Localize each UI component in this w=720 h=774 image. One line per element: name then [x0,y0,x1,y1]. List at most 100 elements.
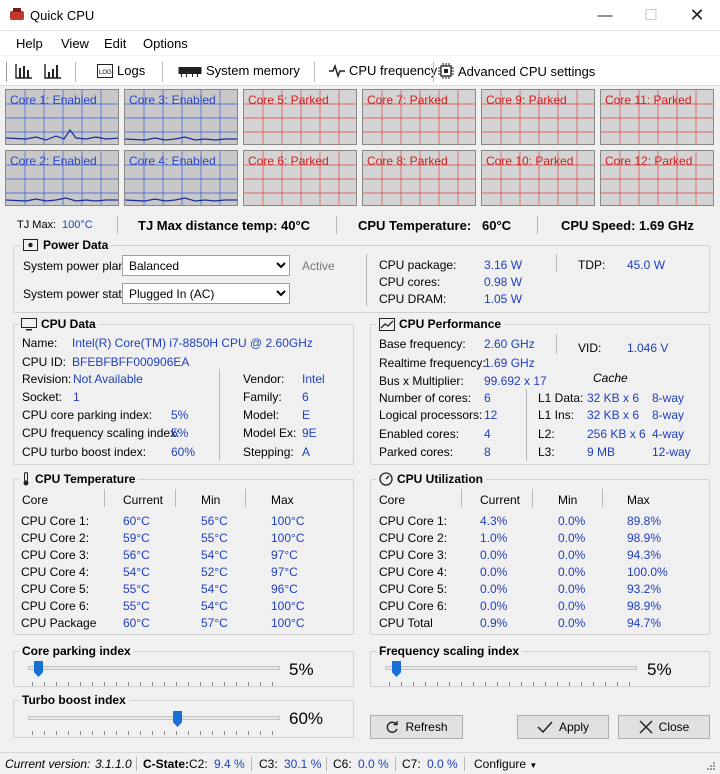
core-graph-label: Core 12: Parked [605,154,693,168]
frequency-scaling-slider-track[interactable] [385,666,637,670]
model-ex-label: Model Ex: [243,426,297,440]
number-of-cores-label: Number of cores: [379,391,472,405]
title-bar: Quick CPU — ☐ ✕ [0,0,720,31]
slider-tick [425,682,426,686]
row-value: 0.0% [558,616,586,630]
cache-size-value: 256 KB x 6 [587,427,646,441]
table-header-divider [104,489,105,507]
slider-tick [92,682,93,686]
frequency-scaling-slider-value: 5% [647,660,672,679]
core-graph-label: Core 10: Parked [486,154,574,168]
core-graph-label: Core 4: Enabled [129,154,216,168]
refresh-button[interactable]: Refresh [370,715,463,739]
cstate-label: C-State: [143,757,190,771]
cache-level-label: L1 Ins: [538,408,575,422]
cpu-frequency-button[interactable]: CPU frequency [329,63,437,78]
menu-options[interactable]: Options [143,36,188,51]
table-header: Max [271,493,294,507]
row-value: 56°C [201,514,228,528]
performance-chart-icon [379,317,395,331]
core-parking-index-label: CPU core parking index: [22,408,153,422]
table-header: Min [558,493,578,507]
slider-tick [437,682,438,686]
slider-tick [389,682,390,686]
cpu-data-title-text: CPU Data [41,317,96,331]
turbo-boost-index-value: 60% [171,445,196,459]
cache-associativity-value: 8-way [652,391,685,405]
slider-tick [140,731,141,735]
row-value: 54°C [123,565,150,579]
close-window-button[interactable]: ✕ [674,0,720,30]
bar-chart-alt-icon[interactable] [44,63,62,79]
row-value: 60°C [123,514,150,528]
cpu-id-value: BFEBFBFF000906EA [72,355,190,369]
slider-tick [32,682,33,686]
cache-level-label: L3: [538,445,555,459]
row-value: 55°C [201,531,228,545]
family-value: 6 [302,390,309,404]
configure-label: Configure [474,757,527,771]
slider-tick [200,731,201,735]
menu-view[interactable]: View [61,36,89,51]
apply-button-label: Apply [558,720,590,734]
cpu-data-title: CPU Data [18,317,99,331]
slider-tick [236,731,237,735]
close-icon [639,720,653,734]
table-header-divider [175,489,176,507]
row-value: 89.8% [627,514,662,528]
row-value: 0.0% [558,548,586,562]
row-value: 57°C [201,616,228,630]
resize-grip-icon[interactable] [704,761,716,773]
checkmark-icon [537,721,553,733]
cache-associativity-value: 12-way [652,445,691,459]
cpu-package-value: 3.16 W [484,258,523,272]
stepping-value: A [302,445,311,459]
core-load-line [125,136,237,141]
core-parking-index-value: 5% [171,408,189,422]
slider-tick [260,731,261,735]
frequency-scaling-index-label: CPU frequency scaling index: [22,426,180,440]
parked-cores-label: Parked cores: [379,445,454,459]
system-memory-button[interactable]: System memory [178,63,300,78]
logs-button[interactable]: LOG Logs [97,63,145,78]
menu-edit[interactable]: Edit [104,36,126,51]
frequency-scaling-slider-title: Frequency scaling index [376,644,523,658]
cache-associativity-value: 4-way [652,427,685,441]
close-button[interactable]: Close [618,715,710,739]
logical-processors-label: Logical processors: [379,408,483,422]
cpu-cores-power-label: CPU cores: [379,275,441,289]
core-graph-label: Core 7: Parked [367,93,448,107]
vid-value: 1.046 V [627,341,669,355]
core-graph: Core 5: Parked [243,89,357,145]
menu-help[interactable]: Help [16,36,43,51]
slider-tick [164,731,165,735]
slider-tick [200,682,201,686]
maximize-button[interactable]: ☐ [628,0,674,30]
slider-tick [188,682,189,686]
bar-chart-icon[interactable] [15,63,33,79]
row-label: CPU Core 5: [21,582,90,596]
turbo-boost-slider-track[interactable] [28,716,280,720]
configure-menu[interactable]: Configure ▼ [474,757,537,771]
menu-bar: Help View Edit Options [0,31,720,55]
core-graph: Core 2: Enabled [5,150,119,206]
core-parking-slider-track[interactable] [28,666,280,670]
cpu-utilization-title: CPU Utilization [376,472,486,486]
slider-tick [68,731,69,735]
slider-tick [593,682,594,686]
monitor-icon [21,317,37,330]
core-graph: Core 12: Parked [600,150,714,206]
status-divider [326,757,327,771]
apply-button[interactable]: Apply [517,715,609,739]
power-plan-select[interactable]: Balanced [122,255,290,276]
slider-tick [212,682,213,686]
power-state-select[interactable]: Plugged In (AC) [122,283,290,304]
slider-tick [473,682,474,686]
row-label: CPU Core 4: [21,565,90,579]
advanced-cpu-settings-button[interactable]: Advanced CPU settings [438,63,595,79]
cpu-frequency-label: CPU frequency [349,63,438,78]
table-header: Core [379,493,406,507]
minimize-button[interactable]: — [582,0,628,30]
slider-tick [413,682,414,686]
slider-tick [176,682,177,686]
